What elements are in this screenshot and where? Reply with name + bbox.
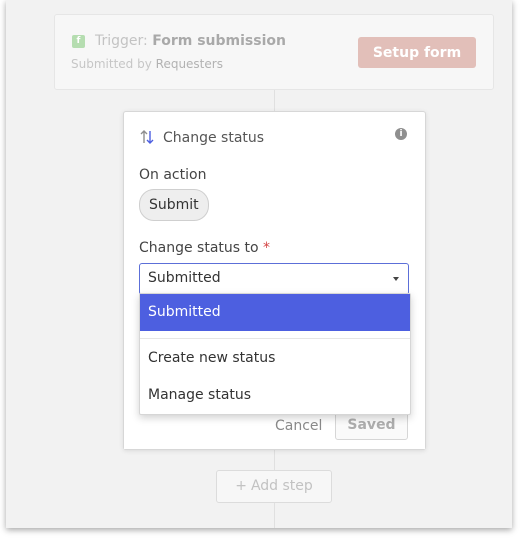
status-dropdown: Submitted Create new status Manage statu… [139,293,411,415]
create-new-status-option[interactable]: Create new status [140,340,410,376]
trigger-card: f Trigger: Form submission Submitted by … [54,14,494,90]
trigger-name: Form submission [152,33,286,49]
form-icon: f [72,35,85,48]
on-action-label: On action [139,167,207,183]
manage-status-label: Manage status [148,387,252,403]
dropdown-option-label: Submitted [148,304,221,320]
connector-line-bottom [274,502,275,528]
trigger-sub-prefix: Submitted by [71,57,152,71]
required-mark: * [263,240,271,256]
info-icon[interactable]: i [395,128,407,140]
chevron-down-icon [393,277,399,281]
action-chip[interactable]: Submit [139,189,209,221]
change-status-label: Change status to * [139,240,270,256]
change-status-label-text: Change status to [139,240,259,256]
modal-title: Change status [163,130,265,146]
trigger-title: Trigger: Form submission [95,33,286,49]
plus-icon: + [235,478,247,494]
connector-line-top [274,89,275,111]
status-select-value: Submitted [148,270,221,286]
setup-form-button[interactable]: Setup form [358,37,476,68]
sort-arrows-icon [140,130,154,144]
add-step-button[interactable]: + Add step [216,470,332,503]
add-step-label: Add step [250,478,313,494]
dropdown-option-submitted[interactable]: Submitted [140,294,410,331]
cancel-button[interactable]: Cancel [275,418,322,434]
dropdown-divider [140,338,410,339]
status-select[interactable]: Submitted [139,263,409,295]
create-new-status-label: Create new status [148,350,276,366]
manage-status-option[interactable]: Manage status [140,377,410,413]
trigger-sub-value: Requesters [155,57,223,71]
trigger-subtitle: Submitted by Requesters [71,57,223,71]
connector-line-middle [274,448,275,470]
trigger-prefix: Trigger: [95,33,148,49]
